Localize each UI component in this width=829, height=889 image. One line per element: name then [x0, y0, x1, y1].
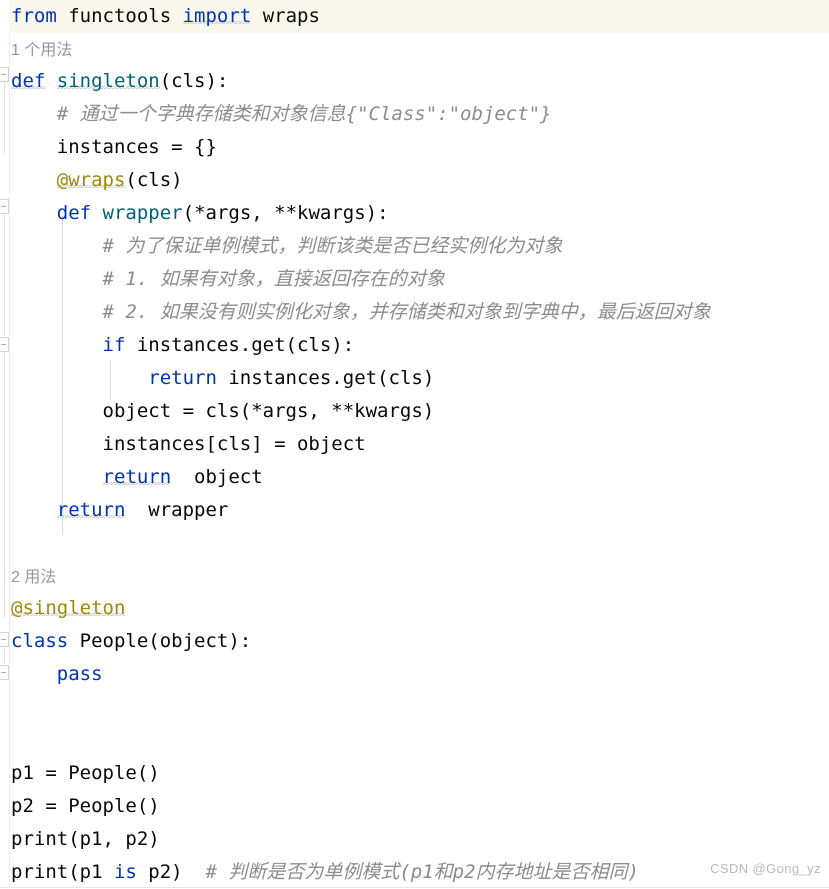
- code-line-5[interactable]: @wraps(cls): [9, 164, 829, 197]
- code-line-8[interactable]: # 1. 如果有对象，直接返回存在的对象: [9, 263, 829, 296]
- token-assign-instances-cls: instances[cls] = object: [11, 433, 366, 455]
- token-call-print-close: p2): [136, 861, 183, 883]
- code-line-7[interactable]: # 为了保证单例模式，判断该类是否已经实例化为对象: [9, 230, 829, 263]
- token-keyword-def: def: [11, 70, 46, 92]
- code-line-14[interactable]: return object: [9, 461, 829, 494]
- token-keyword-def: def: [56, 202, 92, 224]
- token-keyword-import: import: [182, 5, 252, 27]
- token-call-print: print(p1: [11, 861, 114, 883]
- inlay-hint-usages-class[interactable]: 2 用法: [9, 560, 829, 592]
- fold-marker-class[interactable]: [0, 632, 9, 647]
- token-keyword-return: return: [102, 466, 172, 488]
- token-assign-instances: instances = {}: [11, 136, 217, 158]
- token-comment-dict-storage: # 通过一个字典存储类和对象信息{"Class":"object"}: [11, 103, 552, 125]
- code-line-17[interactable]: @singleton: [9, 592, 829, 625]
- token-keyword-pass: pass: [56, 663, 103, 685]
- token-name-wraps: wraps: [251, 5, 320, 27]
- token-keyword-from: from: [11, 5, 57, 27]
- token-comment-step-1: # 1. 如果有对象，直接返回存在的对象: [11, 268, 445, 290]
- code-content[interactable]: from functools import wraps 1 个用法 def si…: [9, 0, 829, 889]
- token-params-cls: (cls):: [159, 70, 229, 92]
- token-assign-p2: p2 = People(): [11, 795, 160, 817]
- fold-region-line-singleton: [4, 82, 5, 154]
- token-params-args-kwargs: (*args, **kwargs):: [182, 202, 389, 224]
- token-class-people: People(object):: [68, 630, 252, 652]
- token-keyword-class: class: [11, 630, 69, 652]
- code-line-3[interactable]: # 通过一个字典存储类和对象信息{"Class":"object"}: [9, 98, 829, 131]
- code-line-20-blank[interactable]: [9, 691, 829, 724]
- code-line-19[interactable]: pass: [9, 658, 829, 691]
- code-line-10[interactable]: if instances.get(cls):: [9, 329, 829, 362]
- code-editor[interactable]: from functools import wraps 1 个用法 def si…: [0, 0, 829, 888]
- code-line-9[interactable]: # 2. 如果没有则实例化对象，并存储类和对象到字典中，最后返回对象: [9, 296, 829, 329]
- code-line-24[interactable]: print(p1, p2): [9, 823, 829, 856]
- code-line-12[interactable]: object = cls(*args, **kwargs): [9, 395, 829, 428]
- token-keyword-if: if: [102, 334, 126, 356]
- token-keyword-return: return: [148, 367, 217, 389]
- code-line-22[interactable]: p1 = People(): [9, 757, 829, 790]
- code-line-6[interactable]: def wrapper(*args, **kwargs):: [9, 197, 829, 230]
- code-line-23[interactable]: p2 = People(): [9, 790, 829, 823]
- code-line-13[interactable]: instances[cls] = object: [9, 428, 829, 461]
- token-function-wrapper: wrapper: [102, 202, 183, 224]
- token-expr-instances-get: instances.get(cls):: [125, 334, 355, 356]
- token-name-wrapper: wrapper: [125, 499, 229, 521]
- token-comment-step-2: # 2. 如果没有则实例化对象，并存储类和对象到字典中，最后返回对象: [11, 301, 711, 323]
- token-assign-p1: p1 = People(): [11, 762, 160, 784]
- code-line-16-blank[interactable]: [9, 527, 829, 560]
- token-keyword-is: is: [113, 861, 137, 883]
- code-line-18[interactable]: class People(object):: [9, 625, 829, 658]
- token-comment-singleton-check: # 为了保证单例模式，判断该类是否已经实例化为对象: [11, 235, 563, 257]
- token-expr-instances-get: instances.get(cls): [216, 367, 435, 389]
- token-decorator-args: (cls): [125, 169, 183, 191]
- token-module-functools: functools: [56, 5, 183, 27]
- fold-region-line-class: [4, 647, 5, 665]
- fold-marker-pass[interactable]: [0, 665, 9, 680]
- code-line-1[interactable]: from functools import wraps: [9, 0, 829, 33]
- fold-marker-wrapper[interactable]: [0, 199, 9, 214]
- token-decorator-singleton: @singleton: [11, 597, 126, 619]
- inlay-hint-label: 2 用法: [11, 569, 57, 586]
- token-comment-identity-check: # 判断是否为单例模式(p1和p2内存地址是否相同): [182, 861, 640, 883]
- code-line-4[interactable]: instances = {}: [9, 131, 829, 164]
- code-line-21-blank[interactable]: [9, 724, 829, 757]
- code-line-11[interactable]: return instances.get(cls): [9, 362, 829, 395]
- token-decorator-wraps: @wraps: [56, 169, 126, 191]
- code-line-15[interactable]: return wrapper: [9, 494, 829, 527]
- inlay-hint-label: 1 个用法: [11, 42, 73, 59]
- token-name-object: object: [171, 466, 263, 488]
- token-call-print-p1-p2: print(p1, p2): [11, 828, 160, 850]
- token-function-singleton: singleton: [56, 70, 160, 92]
- token-assign-object: object = cls(*args, **kwargs): [11, 400, 435, 422]
- fold-marker-if[interactable]: [0, 337, 9, 352]
- inlay-hint-usages-singleton[interactable]: 1 个用法: [9, 33, 829, 65]
- code-line-2[interactable]: def singleton(cls):: [9, 65, 829, 98]
- fold-marker-singleton[interactable]: [0, 67, 9, 82]
- fold-region-line-wrapper: [4, 214, 5, 338]
- fold-region-line-if: [4, 352, 5, 618]
- token-keyword-return: return: [56, 499, 126, 521]
- code-line-25[interactable]: print(p1 is p2) # 判断是否为单例模式(p1和p2内存地址是否相…: [9, 856, 829, 889]
- csdn-watermark: CSDN @Gong_yz: [710, 861, 821, 876]
